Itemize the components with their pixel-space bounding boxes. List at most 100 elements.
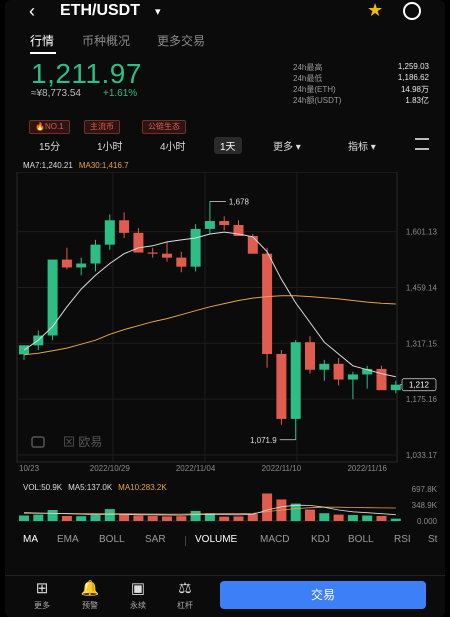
- stat-row: 24h最低 1,186.62: [293, 73, 429, 84]
- x-tick-label: 2022/11/04: [176, 464, 216, 473]
- stat-row: 24h最高 1,259.03: [293, 62, 429, 73]
- top-bar: ‹ ETH/USDT ▾ ★: [5, 0, 445, 24]
- stat-value: 1.83亿: [405, 96, 429, 105]
- contract-icon: ▣: [130, 580, 146, 597]
- indicator-tabs: MA EMA BOLL SAR VOLUME MACD KDJ BOLL RSI…: [5, 534, 445, 550]
- tab-more-trading[interactable]: 更多交易: [157, 32, 205, 49]
- stat-value: 1,186.62: [397, 73, 429, 82]
- candle-body: [119, 220, 130, 233]
- nav-leverage[interactable]: ⚖ 杠杆: [167, 580, 203, 611]
- indicator-volume[interactable]: VOLUME: [195, 534, 237, 545]
- indicator-boll[interactable]: BOLL: [99, 534, 125, 545]
- volume-bar: [90, 515, 101, 521]
- indicators-dropdown[interactable]: 指标 ▾: [348, 138, 376, 153]
- ma30-line: [23, 295, 396, 356]
- y-tick-label: 1,317.15: [406, 339, 438, 348]
- settings-sliders-icon[interactable]: [415, 138, 429, 150]
- fiat-price: ≈¥8,773.54: [31, 88, 81, 99]
- current-price-label: 1,212: [409, 381, 430, 390]
- candle-body: [147, 252, 158, 254]
- y-tick-label: 1,459.14: [406, 283, 438, 292]
- volume-y-label: 348.9K: [412, 501, 438, 510]
- ma-legend: MA7:1,240.21 MA30:1,416.7: [23, 161, 129, 170]
- volume-bar: [219, 516, 230, 521]
- x-tick-label: 2022/11/16: [347, 464, 387, 473]
- volume-bar: [333, 514, 344, 521]
- nav-label: 更多: [34, 601, 50, 610]
- volume-chart[interactable]: 697.8K 348.9K 0.000: [5, 483, 445, 525]
- candle-body: [204, 221, 215, 229]
- nav-perpetual[interactable]: ▣ 永续: [120, 580, 156, 611]
- volume-bar: [362, 515, 373, 521]
- volume-bar: [319, 513, 330, 521]
- timeframe-1d[interactable]: 1天: [214, 137, 242, 154]
- more-timeframes-dropdown[interactable]: 更多 ▾: [273, 138, 301, 153]
- volume-bar: [162, 516, 172, 521]
- stat-label: 24h量(ETH): [293, 85, 336, 94]
- candle-body: [290, 342, 301, 419]
- x-tick-label: 10/23: [19, 464, 40, 473]
- candle-body: [162, 253, 172, 258]
- candle-body: [390, 384, 401, 391]
- candle-body: [347, 374, 358, 380]
- candle-body: [76, 263, 87, 268]
- indicator-boll-sub[interactable]: BOLL: [348, 534, 374, 545]
- annotation-label: 1,071.9: [250, 436, 277, 445]
- indicator-divider: [185, 536, 186, 546]
- star-icon[interactable]: ★: [367, 0, 383, 21]
- volume-bar: [290, 503, 301, 521]
- nav-label: 杠杆: [177, 601, 193, 610]
- indicator-macd[interactable]: MACD: [260, 534, 289, 545]
- stat-row: 24h额(USDT) 1.83亿: [293, 95, 429, 106]
- timeframe-4h[interactable]: 4小时: [160, 138, 186, 153]
- nav-alert[interactable]: 🔔 预警: [72, 580, 108, 611]
- bell-icon: 🔔: [80, 580, 100, 597]
- volume-bar: [104, 509, 115, 521]
- stats-panel: 24h最高 1,259.03 24h最低 1,186.62 24h量(ETH) 14.…: [293, 62, 429, 106]
- timeframe-1h[interactable]: 1小时: [97, 138, 123, 153]
- candlestick-chart[interactable]: 1,601.13 1,459.14 1,317.15 1,175.16 1,033.17…: [5, 172, 445, 477]
- volume-bar: [190, 510, 201, 521]
- tag-ecosystem[interactable]: 公链生态: [142, 120, 186, 134]
- nav-label: 永续: [130, 601, 146, 610]
- pair-title[interactable]: ETH/USDT: [60, 2, 140, 20]
- candle-body: [262, 253, 273, 354]
- candle-body: [47, 259, 58, 336]
- x-tick-label: 2022/10/29: [90, 464, 131, 473]
- ma30-legend: MA30:1,416.7: [78, 161, 129, 170]
- grid-icon: ⊞: [35, 580, 49, 597]
- volume-bar: [176, 516, 187, 521]
- watermark-text: ⊠ 欧易: [63, 435, 102, 449]
- candle-body: [104, 220, 115, 245]
- stat-value: 14.98万: [400, 85, 429, 94]
- indicator-stoch[interactable]: St: [428, 534, 437, 545]
- timeframe-bar: 15分 1小时 4小时 1天 更多 ▾ 指标 ▾: [5, 137, 445, 154]
- tag-rank[interactable]: 🔥NO.1: [29, 120, 70, 134]
- candle-body: [190, 228, 201, 267]
- stat-label: 24h额(USDT): [293, 96, 342, 105]
- volume-bar: [33, 514, 44, 521]
- tab-market[interactable]: 行情: [30, 32, 54, 49]
- tag-mainstream[interactable]: 主流币: [84, 120, 120, 134]
- volume-bar: [147, 515, 158, 521]
- indicator-kdj[interactable]: KDJ: [311, 534, 330, 545]
- tab-coin-overview[interactable]: 币种概况: [82, 32, 130, 49]
- indicator-ema[interactable]: EMA: [57, 534, 79, 545]
- indicator-rsi[interactable]: RSI: [394, 534, 411, 545]
- stat-row: 24h量(ETH) 14.98万: [293, 84, 429, 95]
- candle-body: [90, 244, 101, 264]
- back-icon[interactable]: ‹: [29, 1, 35, 22]
- trade-button[interactable]: 交易: [220, 581, 426, 609]
- timeframe-15m[interactable]: 15分: [39, 138, 60, 153]
- volume-bar: [61, 515, 72, 521]
- stat-value: 1,259.03: [397, 62, 429, 71]
- chart-frame: [16, 172, 398, 463]
- x-tick-label: 2022/11/10: [262, 464, 302, 473]
- nav-more[interactable]: ⊞ 更多: [24, 580, 60, 611]
- candle-body: [319, 363, 330, 370]
- share-icon[interactable]: [403, 2, 421, 20]
- chevron-down-icon[interactable]: ▾: [155, 5, 161, 18]
- volume-bar: [376, 515, 387, 521]
- indicator-sar[interactable]: SAR: [145, 534, 166, 545]
- indicator-ma[interactable]: MA: [23, 534, 38, 545]
